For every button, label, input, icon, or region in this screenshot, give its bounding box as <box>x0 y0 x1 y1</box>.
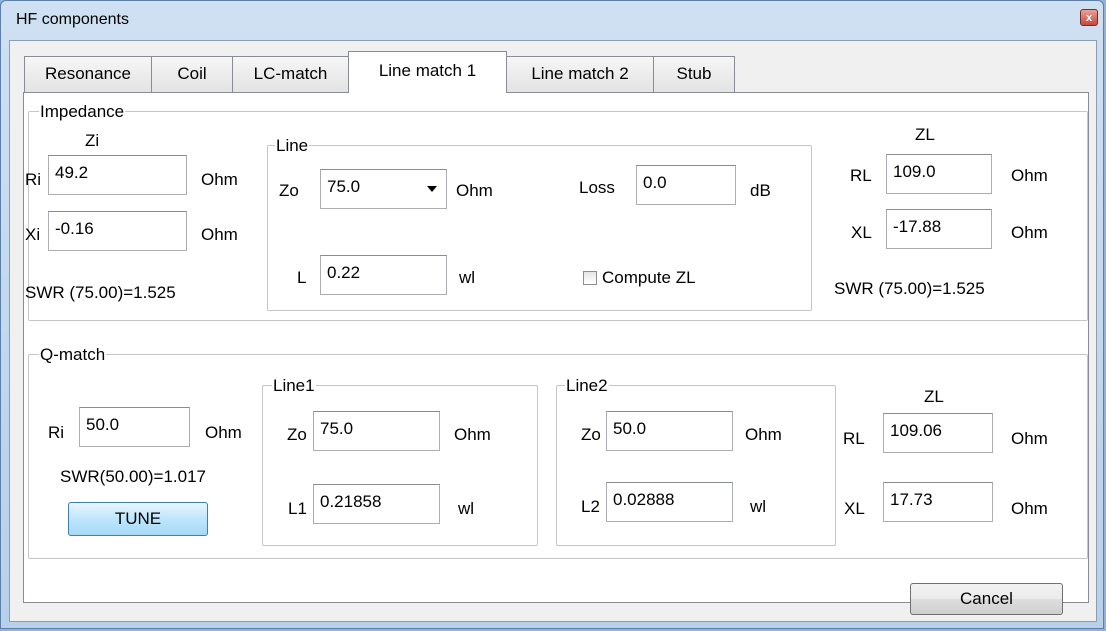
l1-input[interactable]: 0.21858 <box>313 484 440 524</box>
line2-group-label: Line2 <box>565 376 609 395</box>
l1-label: L1 <box>288 499 307 518</box>
zo-unit: Ohm <box>456 181 493 200</box>
line-length-unit: wl <box>459 268 476 287</box>
ri-unit: Ohm <box>201 170 238 189</box>
q-rl-input[interactable]: 109.06 <box>883 413 993 453</box>
l2-input[interactable]: 0.02888 <box>606 482 733 522</box>
tab-stub[interactable]: Stub <box>653 56 735 92</box>
close-icon: x <box>1085 12 1093 24</box>
ri-label: Ri <box>25 170 42 189</box>
loss-label: Loss <box>579 178 615 197</box>
line-length-label: L <box>297 268 307 287</box>
xi-input[interactable]: -0.16 <box>48 211 187 251</box>
rl-label: RL <box>850 166 872 185</box>
window-title: HF components <box>16 11 129 28</box>
compute-zl-checkbox[interactable] <box>583 271 597 285</box>
close-button[interactable]: x <box>1080 9 1098 26</box>
q-rl-unit: Ohm <box>1011 429 1048 448</box>
hf-components-window: HF components x Resonance Coil LC-match … <box>0 0 1104 629</box>
dialog-client-area: Resonance Coil LC-match Line match 1 Lin… <box>9 40 1097 622</box>
q-ri-input[interactable]: 50.0 <box>79 407 190 447</box>
l1-unit: wl <box>458 499 475 518</box>
line1-zo-input[interactable]: 75.0 <box>313 411 440 451</box>
q-rl-label: RL <box>843 429 865 448</box>
impedance-group-label: Impedance <box>39 102 126 121</box>
cancel-button[interactable]: Cancel <box>910 583 1063 615</box>
zo-select[interactable]: 75.0 <box>320 169 447 209</box>
loss-unit: dB <box>750 181 771 200</box>
l2-unit: wl <box>750 497 767 516</box>
xl-label: XL <box>851 223 872 242</box>
xi-unit: Ohm <box>201 225 238 244</box>
zl-heading: ZL <box>915 125 935 144</box>
xi-label: Xi <box>25 225 41 244</box>
q-ri-unit: Ohm <box>205 423 242 442</box>
compute-zl-label: Compute ZL <box>602 268 696 287</box>
tab-line-match-1[interactable]: Line match 1 <box>348 51 507 93</box>
zo-label: Zo <box>279 181 299 200</box>
xl-input[interactable]: -17.88 <box>886 209 992 249</box>
q-xl-input[interactable]: 17.73 <box>883 482 993 522</box>
q-match-group-label: Q-match <box>39 345 107 364</box>
q-xl-label: XL <box>844 499 865 518</box>
tab-coil[interactable]: Coil <box>151 56 233 92</box>
line1-group-label: Line1 <box>272 376 316 395</box>
ri-input[interactable]: 49.2 <box>48 155 187 195</box>
xl-unit: Ohm <box>1011 223 1048 242</box>
zi-swr-readout: SWR (75.00)=1.525 <box>25 283 176 302</box>
line2-zo-input[interactable]: 50.0 <box>606 411 733 451</box>
line-length-input[interactable]: 0.22 <box>320 255 447 295</box>
l2-label: L2 <box>581 497 600 516</box>
line2-zo-label: Zo <box>581 425 601 444</box>
rl-unit: Ohm <box>1011 166 1048 185</box>
loss-input[interactable]: 0.0 <box>636 165 736 205</box>
tab-resonance[interactable]: Resonance <box>24 56 152 92</box>
chevron-down-icon[interactable] <box>427 186 437 192</box>
zi-heading: Zi <box>85 131 100 150</box>
line1-zo-label: Zo <box>287 425 307 444</box>
line2-zo-unit: Ohm <box>745 425 782 444</box>
line-group-label: Line <box>275 136 310 155</box>
tab-line-match-2[interactable]: Line match 2 <box>506 56 654 92</box>
zl-swr-readout: SWR (75.00)=1.525 <box>834 279 985 298</box>
q-swr-readout: SWR(50.00)=1.017 <box>60 467 206 486</box>
q-zl-heading: ZL <box>924 387 944 406</box>
tune-button[interactable]: TUNE <box>68 502 208 536</box>
rl-input[interactable]: 109.0 <box>886 154 992 194</box>
line1-zo-unit: Ohm <box>454 425 491 444</box>
tab-lc-match[interactable]: LC-match <box>232 56 349 92</box>
zo-select-value: 75.0 <box>327 177 361 196</box>
q-xl-unit: Ohm <box>1011 499 1048 518</box>
q-ri-label: Ri <box>48 423 65 442</box>
